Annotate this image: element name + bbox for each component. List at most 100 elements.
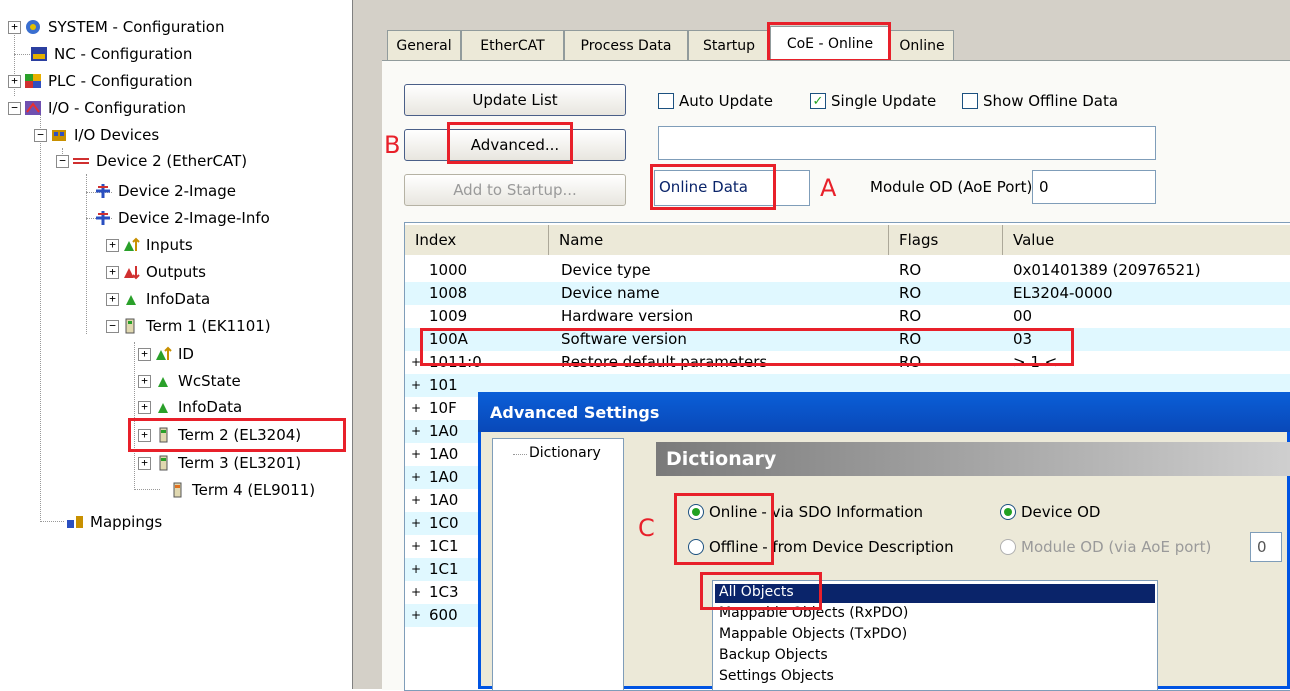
tree-item-label: Term 3 (EL3201) — [178, 454, 302, 472]
expand-toggle[interactable]: + — [411, 562, 421, 576]
expand-toggle[interactable]: + — [138, 400, 151, 414]
expand-toggle[interactable]: + — [411, 608, 421, 622]
checkbox-box[interactable] — [962, 93, 978, 109]
expand-toggle[interactable]: + — [411, 585, 421, 599]
tree-item-label: NC - Configuration — [54, 45, 193, 63]
device-od-radio[interactable]: Device OD — [1000, 503, 1100, 521]
tree-item-wcstate[interactable]: + WcState — [138, 368, 241, 394]
col-header-name[interactable]: Name — [549, 225, 889, 255]
expand-toggle[interactable]: + — [411, 539, 421, 553]
col-header-value[interactable]: Value — [1003, 225, 1290, 255]
tree-item-system[interactable]: + SYSTEM - Configuration — [8, 14, 224, 40]
tree-item-label: InfoData — [146, 290, 211, 308]
annotation-term2-box — [128, 418, 346, 452]
cell-index: 1C0 — [429, 514, 459, 532]
expand-toggle[interactable]: + — [411, 378, 421, 392]
expand-toggle[interactable]: + — [106, 292, 119, 306]
expand-toggle[interactable]: + — [8, 20, 21, 34]
tree-item-outputs[interactable]: + Outputs — [106, 259, 206, 285]
cell-value: EL3204-0000 — [1013, 284, 1113, 302]
checkbox-label: Single Update — [831, 92, 937, 110]
expand-toggle[interactable]: + — [411, 516, 421, 530]
radio-desc: - via SDO Information — [761, 503, 924, 521]
tab-startup[interactable]: Startup — [688, 30, 770, 61]
expand-toggle[interactable]: + — [138, 347, 151, 361]
devices-icon — [50, 127, 68, 143]
aoe-port-input[interactable]: 0 — [1250, 532, 1282, 562]
checkbox-box[interactable] — [658, 93, 674, 109]
tree-item-plc[interactable]: + PLC - Configuration — [8, 68, 193, 94]
expand-toggle[interactable]: + — [411, 447, 421, 461]
splitter[interactable] — [352, 0, 367, 689]
tree-item-infodata[interactable]: + InfoData — [106, 286, 210, 312]
object-filter-item[interactable]: Settings Objects — [719, 668, 834, 684]
expand-toggle[interactable]: − — [106, 319, 119, 333]
tree-item-id[interactable]: + ID — [138, 341, 194, 367]
tree-item-label: PLC - Configuration — [48, 72, 193, 90]
tree-item-label: Outputs — [146, 263, 206, 281]
annotation-c-label: C — [638, 514, 655, 542]
tree-item-device2-image-info[interactable]: Device 2-Image-Info — [94, 205, 270, 231]
tree-item-label: Device 2-Image-Info — [118, 209, 270, 227]
expand-toggle[interactable]: + — [106, 265, 119, 279]
tree-item-mappings[interactable]: Mappings — [66, 509, 162, 535]
expand-toggle[interactable]: − — [34, 128, 47, 142]
expand-toggle[interactable]: + — [138, 456, 151, 470]
cell-index: 1000 — [429, 261, 468, 279]
tree-item-device2[interactable]: − Device 2 (EtherCAT) — [56, 148, 247, 174]
update-list-button[interactable]: Update List — [404, 84, 626, 116]
expand-toggle[interactable]: − — [56, 154, 69, 168]
tree-item-term3[interactable]: + Term 3 (EL3201) — [138, 450, 301, 476]
tree-item-term1[interactable]: − Term 1 (EK1101) — [106, 313, 271, 339]
radio-dot[interactable] — [1000, 504, 1016, 520]
tree-item-label: I/O - Configuration — [48, 99, 186, 117]
check-icon[interactable]: ✓ — [810, 93, 826, 109]
show-offline-checkbox[interactable]: Show Offline Data — [962, 92, 1118, 110]
system-icon — [24, 19, 42, 35]
infodata-icon — [154, 399, 172, 415]
col-header-index[interactable]: Index — [405, 225, 549, 255]
col-header-flags[interactable]: Flags — [889, 225, 1003, 255]
object-filter-item[interactable]: Backup Objects — [719, 647, 828, 663]
tab-online[interactable]: Online — [890, 30, 954, 61]
tree-item-term4[interactable]: Term 4 (EL9011) — [168, 477, 315, 503]
radio-dot[interactable] — [1000, 539, 1016, 555]
checkbox-label: Auto Update — [679, 92, 773, 110]
tree-item-inputs[interactable]: + Inputs — [106, 232, 193, 258]
infodata-icon — [122, 291, 140, 307]
annotation-row-box — [420, 328, 1074, 366]
tree-item-label: Device 2-Image — [118, 182, 237, 200]
tree-item-io-devices[interactable]: − I/O Devices — [34, 122, 159, 148]
tree-item-io[interactable]: − I/O - Configuration — [8, 95, 186, 121]
single-update-checkbox[interactable]: ✓ Single Update — [810, 92, 936, 110]
expand-toggle[interactable]: + — [411, 424, 421, 438]
expand-toggle[interactable]: + — [411, 401, 421, 415]
tree-item-label: SYSTEM - Configuration — [48, 18, 225, 36]
table-row[interactable]: 1008 Device name RO EL3204-0000 — [405, 282, 1290, 305]
outputs-icon — [122, 264, 140, 280]
expand-toggle[interactable]: + — [411, 470, 421, 484]
expand-toggle[interactable]: + — [8, 74, 21, 88]
cell-index: 1A0 — [429, 422, 459, 440]
nc-icon — [30, 46, 48, 62]
tree-item-infodata2[interactable]: + InfoData — [138, 394, 242, 420]
object-filter-item[interactable]: Mappable Objects (TxPDO) — [719, 626, 907, 642]
add-to-startup-button[interactable]: Add to Startup... — [404, 174, 626, 206]
tree-item-device2-image[interactable]: Device 2-Image — [94, 178, 236, 204]
tree-item-dictionary[interactable]: Dictionary — [529, 445, 601, 461]
tab-ethercat[interactable]: EtherCAT — [461, 30, 564, 61]
table-row[interactable]: 1009 Hardware version RO 00 — [405, 305, 1290, 328]
expand-toggle[interactable]: + — [411, 493, 421, 507]
image-info-icon — [94, 210, 112, 226]
expand-toggle[interactable]: − — [8, 101, 21, 115]
expand-toggle[interactable]: + — [138, 374, 151, 388]
auto-update-checkbox[interactable]: Auto Update — [658, 92, 773, 110]
tree-item-label: InfoData — [178, 398, 243, 416]
table-row[interactable]: 1000 Device type RO 0x01401389 (20976521) — [405, 259, 1290, 282]
tab-general[interactable]: General — [387, 30, 461, 61]
module-od-radio[interactable]: Module OD (via AoE port) — [1000, 538, 1211, 556]
tab-process-data[interactable]: Process Data — [564, 30, 688, 61]
expand-toggle[interactable]: + — [106, 238, 119, 252]
module-od-input[interactable]: 0 — [1032, 170, 1156, 204]
tree-item-nc[interactable]: NC - Configuration — [30, 41, 192, 67]
